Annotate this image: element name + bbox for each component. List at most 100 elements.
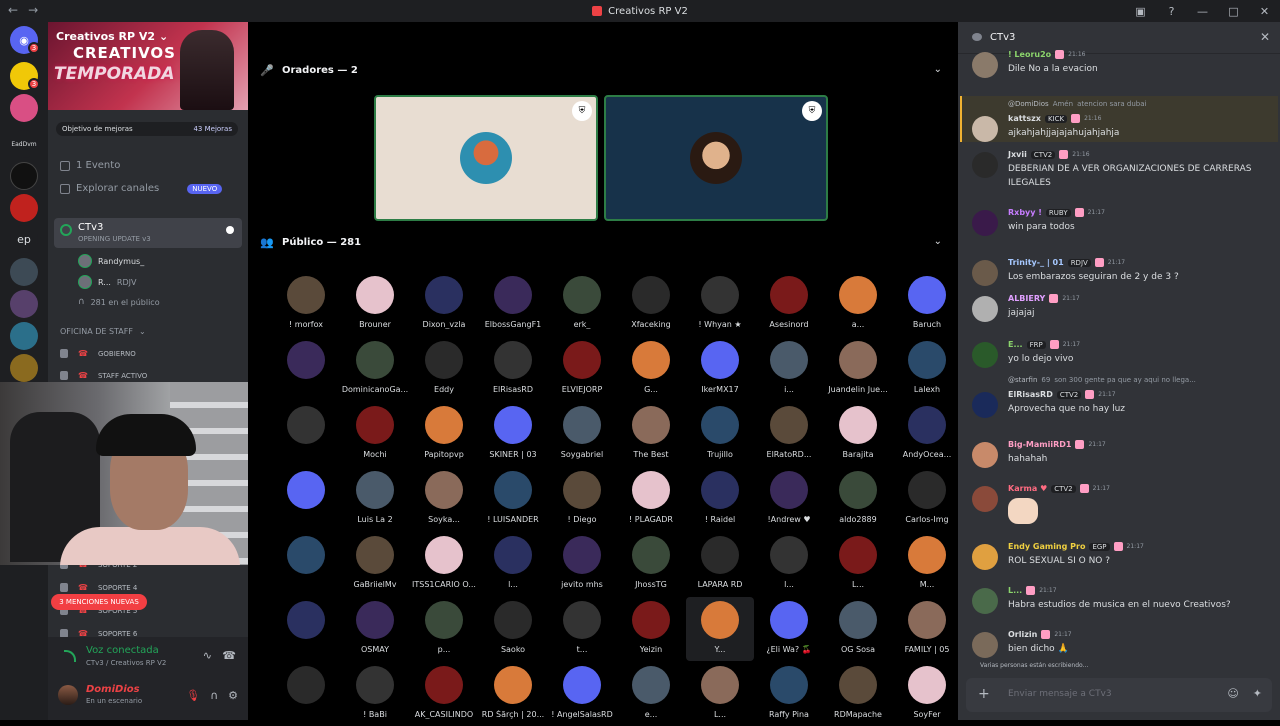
audience-member[interactable]: AK_CASILINDO — [410, 662, 478, 726]
chat-message[interactable]: Endy Gaming Pro EGP 21:17 ROL SEXUAL SI O N… — [958, 542, 1280, 582]
avatar[interactable] — [972, 210, 998, 236]
server-icon-text[interactable]: EadDvm — [10, 130, 38, 158]
audience-member[interactable]: ! Diego — [548, 467, 616, 531]
server-icon-creativos[interactable] — [10, 94, 38, 122]
audience-member[interactable]: M... — [893, 532, 961, 596]
stage-member[interactable]: Randymus_ — [78, 254, 144, 268]
audience-member[interactable]: !Andrew ♥ — [755, 467, 823, 531]
maximize-button[interactable]: □ — [1218, 0, 1249, 22]
message-input[interactable]: Enviar mensaje a CTv3 — [1008, 689, 1112, 699]
audience-member[interactable]: LAPARA RD — [686, 532, 754, 596]
server-icon-purple[interactable] — [10, 290, 38, 318]
audience-member[interactable]: ¿Eli Wa? 🍒 — [755, 597, 823, 661]
audience-member[interactable]: ! AngelSalasRD — [548, 662, 616, 726]
speaker-tile[interactable]: ⛨ — [604, 95, 828, 221]
chat-message[interactable]: ElRisasRD CTV2 21:17 Aprovecha que no hay l… — [958, 390, 1280, 430]
message-author[interactable]: Karma ♥ — [1008, 484, 1047, 493]
speaker-tile[interactable]: ⛨ — [374, 95, 598, 221]
reply-reference[interactable]: @DomiDios Amén atencion sara dubai — [1008, 100, 1146, 108]
chat-message[interactable]: Jxvii CTV2 21:16 DEBERIAN DE A VER ORGANIZA… — [958, 150, 1280, 190]
audience-member[interactable]: L... — [686, 662, 754, 726]
category-staff[interactable]: OFICINA DE STAFF ⌄ — [60, 327, 146, 336]
audience-member[interactable]: SoyFer — [893, 662, 961, 726]
audience-member[interactable] — [272, 402, 340, 466]
audience-member[interactable]: JhossTG — [617, 532, 685, 596]
avatar[interactable] — [972, 296, 998, 322]
audience-member[interactable]: ElRisasRD — [479, 337, 547, 401]
audience-member[interactable]: GaBriielMv — [341, 532, 409, 596]
message-author[interactable]: E... — [1008, 340, 1023, 349]
audience-member[interactable]: ITSS1CARIO O... — [410, 532, 478, 596]
help-icon[interactable]: ? — [1156, 0, 1187, 22]
settings-gear-icon[interactable]: ⚙ — [228, 689, 238, 702]
new-mentions-pill[interactable]: 3 MENCIONES NUEVAS — [51, 594, 147, 610]
audience-member[interactable]: ElbossGangF1 — [479, 272, 547, 336]
chat-message[interactable]: Big-MamiiRD1 21:17 hahahah — [958, 440, 1280, 480]
audience-member[interactable]: l... — [755, 532, 823, 596]
message-author[interactable]: kattszx — [1008, 114, 1041, 123]
audience-member[interactable]: ! BaBi — [341, 662, 409, 726]
disconnect-icon[interactable]: ☎ — [222, 649, 236, 662]
chevron-down-icon[interactable]: ⌄ — [934, 64, 942, 75]
avatar[interactable] — [972, 442, 998, 468]
apps-icon[interactable]: ✦ — [1253, 687, 1262, 700]
audience-member[interactable]: t... — [548, 597, 616, 661]
audience-member[interactable]: a... — [824, 272, 892, 336]
chat-message[interactable]: kattszx KICK 21:16 ajkahjahjjajajahujahjahj… — [958, 114, 1280, 154]
voice-channel-staff-activo[interactable]: ☎ STAFF ACTIVO — [60, 371, 147, 380]
back-arrow-icon[interactable]: ← — [8, 3, 18, 17]
noise-suppression-icon[interactable]: ∿ — [203, 649, 212, 662]
message-author[interactable]: Rxbyy ! — [1008, 208, 1042, 217]
audience-member[interactable]: AndyOcea... — [893, 402, 961, 466]
server-icon-blue[interactable] — [10, 258, 38, 286]
audience-member[interactable]: aldo2889 — [824, 467, 892, 531]
stage-member[interactable]: R... RDJV — [78, 275, 136, 289]
chevron-down-icon[interactable]: ⌄ — [934, 236, 942, 247]
message-author[interactable]: Trinity-_ | 01 — [1008, 258, 1064, 267]
audience-member[interactable]: Soygabriel — [548, 402, 616, 466]
audience-member[interactable]: ELVIEJORP — [548, 337, 616, 401]
server-icon-gold[interactable] — [10, 354, 38, 382]
add-attachment-icon[interactable]: + — [978, 686, 990, 702]
audience-member[interactable]: e... — [617, 662, 685, 726]
headset-icon[interactable]: ∩ — [210, 689, 218, 702]
message-author[interactable]: L... — [1008, 586, 1022, 595]
chat-message[interactable]: L... 21:17 Habra estudios de musica en el … — [958, 586, 1280, 626]
audience-member[interactable] — [272, 597, 340, 661]
audience-member[interactable]: Mochi — [341, 402, 409, 466]
avatar[interactable] — [972, 260, 998, 286]
chat-message[interactable]: ! Leoru2o 21:16 Dile No a la evacion — [958, 50, 1280, 90]
message-author[interactable]: Endy Gaming Pro — [1008, 542, 1085, 551]
audience-member[interactable]: G... — [617, 337, 685, 401]
voice-channel-gobierno[interactable]: ☎ GOBIERNO — [60, 349, 136, 358]
audience-member[interactable]: Carlos-Img — [893, 467, 961, 531]
avatar[interactable] — [972, 52, 998, 78]
server-icon-dark[interactable] — [10, 162, 38, 190]
avatar[interactable] — [972, 632, 998, 658]
audience-member[interactable]: The Best — [617, 402, 685, 466]
avatar[interactable] — [972, 588, 998, 614]
audience-member[interactable]: ! PLAGADR — [617, 467, 685, 531]
explore-channels-item[interactable]: Explorar canales NUEVO — [60, 183, 223, 194]
audience-member[interactable]: jevito mhs — [548, 532, 616, 596]
audience-member[interactable]: Brouner — [341, 272, 409, 336]
audience-member[interactable] — [272, 662, 340, 726]
audience-member[interactable]: SKINER | 03 — [479, 402, 547, 466]
avatar[interactable] — [972, 342, 998, 368]
server-icon-ep[interactable]: ep — [10, 225, 38, 253]
audience-member[interactable]: IkerMX17 — [686, 337, 754, 401]
avatar[interactable] — [972, 392, 998, 418]
server-icon-teal[interactable] — [10, 322, 38, 350]
audience-member[interactable]: Papitopvp — [410, 402, 478, 466]
avatar[interactable] — [972, 544, 998, 570]
close-icon[interactable]: ✕ — [1260, 30, 1270, 44]
message-author[interactable]: ALBIERY — [1008, 294, 1045, 303]
audience-member[interactable]: DominicanoGa... — [341, 337, 409, 401]
emoji-icon[interactable]: ☺ — [1227, 687, 1238, 700]
audience-member[interactable]: Luis La 2 — [341, 467, 409, 531]
audience-member[interactable]: Juandelin Jue... — [824, 337, 892, 401]
avatar[interactable] — [972, 152, 998, 178]
stage-channel-ctv3[interactable]: CTv3 OPENING UPDATE v3 — [54, 218, 242, 248]
server-name[interactable]: Creativos RP V2 ⌄ — [56, 30, 168, 43]
audience-member[interactable] — [272, 467, 340, 531]
